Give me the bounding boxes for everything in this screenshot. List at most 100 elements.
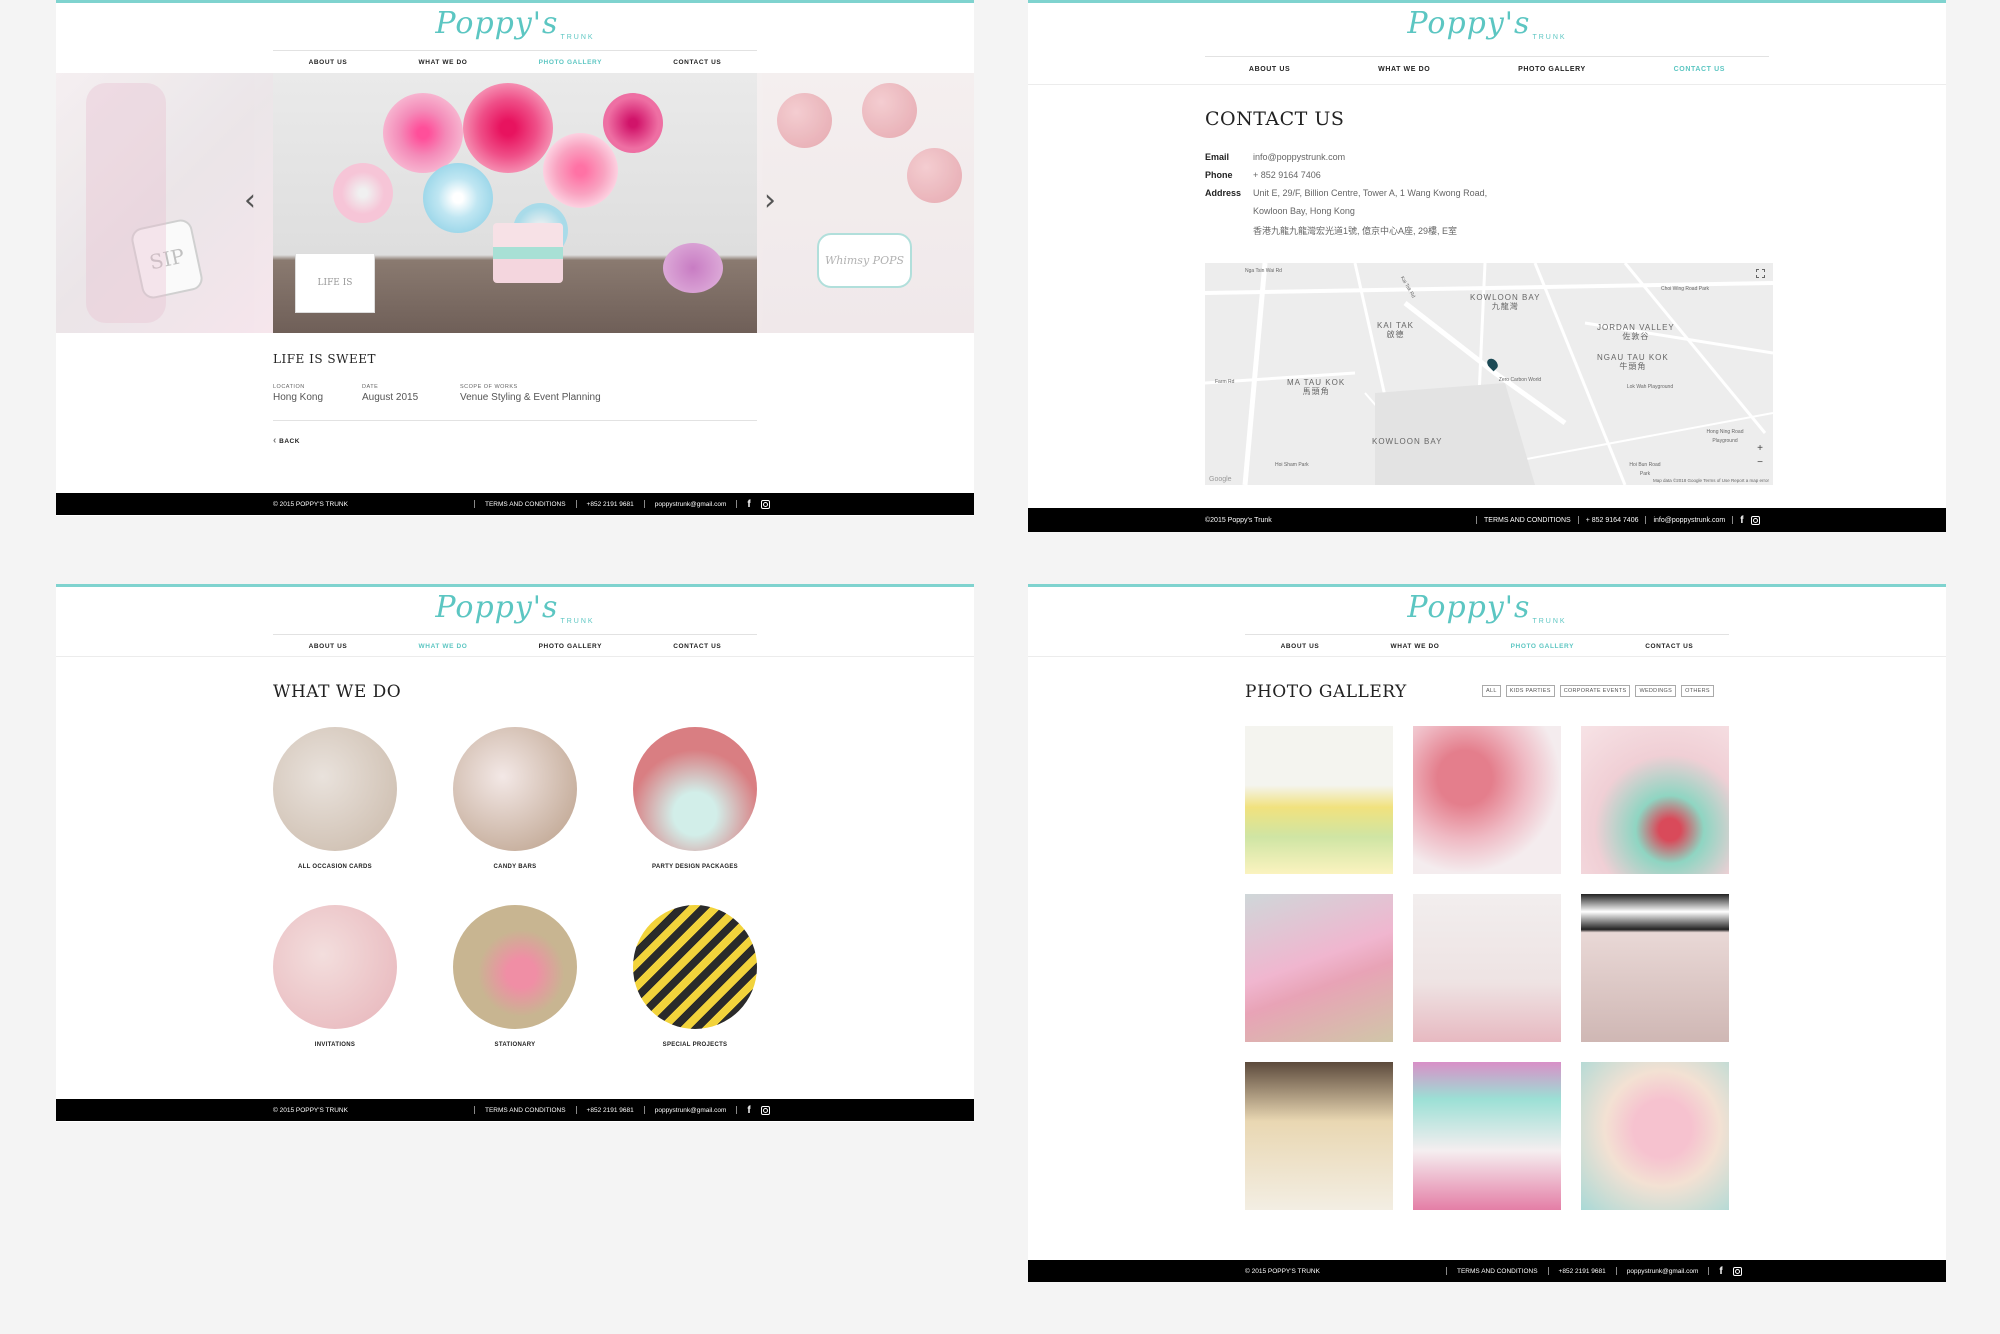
map-street-label: Choi Wing Road Park: [1660, 286, 1710, 292]
zoom-in-icon[interactable]: +: [1757, 443, 1763, 454]
gallery-thumbnail[interactable]: [1581, 726, 1729, 874]
nav-photo-gallery[interactable]: PHOTO GALLERY: [539, 59, 602, 66]
map-street-label: Hoi Bun Road Park: [1629, 462, 1661, 477]
footer-email-link[interactable]: poppystrunk@gmail.com: [655, 1107, 727, 1114]
footer-links: TERMS AND CONDITIONS + 852 9164 7406 inf…: [1476, 515, 1760, 526]
contact-address-row: Address Unit E, 29/F, Billion Centre, Tow…: [1205, 188, 1488, 198]
footer-terms-link[interactable]: TERMS AND CONDITIONS: [1457, 1268, 1538, 1275]
footer-phone: +852 2191 9681: [586, 500, 634, 508]
nav-about[interactable]: ABOUT US: [309, 643, 348, 650]
slider-prev-icon[interactable]: ‹: [244, 183, 256, 218]
instagram-icon[interactable]: [760, 1105, 770, 1115]
nav-contact[interactable]: CONTACT US: [673, 643, 721, 650]
nav-about[interactable]: ABOUT US: [309, 59, 348, 66]
instagram-icon[interactable]: [1750, 515, 1760, 525]
nav-what-we-do[interactable]: WHAT WE DO: [1378, 66, 1430, 73]
gallery-thumbnail[interactable]: [1245, 894, 1393, 1042]
accent-topline: [1028, 584, 1946, 587]
nav-about[interactable]: ABOUT US: [1281, 643, 1320, 650]
main-nav: ABOUT US WHAT WE DO PHOTO GALLERY CONTAC…: [273, 59, 757, 66]
cake-pop: [777, 93, 832, 148]
site-logo[interactable]: Poppy's TRUNK: [435, 6, 594, 41]
image-slider[interactable]: SIP LIFE IS Whimsy POPS ‹ ›: [56, 73, 974, 333]
filter-all[interactable]: ALL: [1482, 685, 1501, 697]
service-label[interactable]: INVITATIONS: [245, 1042, 425, 1048]
gallery-thumbnail[interactable]: [1581, 1062, 1729, 1210]
filter-corporate-events[interactable]: CORPORATE EVENTS: [1559, 685, 1631, 697]
slide-next[interactable]: Whimsy POPS: [757, 73, 974, 333]
fullscreen-icon[interactable]: [1756, 269, 1765, 278]
slide-current[interactable]: LIFE IS: [273, 73, 757, 333]
footer-phone: +852 2191 9681: [1558, 1267, 1606, 1275]
nav-what-we-do[interactable]: WHAT WE DO: [419, 59, 468, 66]
gallery-thumbnail[interactable]: [1581, 894, 1729, 1042]
map-label-jordan-valley: JORDAN VALLEY 佐敦谷: [1597, 323, 1675, 341]
contact-email-link[interactable]: info@poppystrunk.com: [1253, 152, 1345, 162]
nav-photo-gallery[interactable]: PHOTO GALLERY: [1511, 643, 1574, 650]
service-label[interactable]: PARTY DESIGN PACKAGES: [605, 864, 785, 870]
facebook-icon[interactable]: f: [1740, 515, 1743, 526]
facebook-icon[interactable]: f: [747, 499, 750, 510]
nav-contact[interactable]: CONTACT US: [673, 59, 721, 66]
footer-terms-link[interactable]: TERMS AND CONDITIONS: [1484, 517, 1571, 524]
service-image[interactable]: [273, 905, 397, 1029]
facebook-icon[interactable]: f: [747, 1105, 750, 1116]
cake-pop: [862, 83, 917, 138]
filter-kids-parties[interactable]: KIDS PARTIES: [1505, 685, 1555, 697]
footer-email-link[interactable]: info@poppystrunk.com: [1653, 517, 1725, 524]
gallery-thumbnail[interactable]: [1413, 894, 1561, 1042]
nav-photo-gallery[interactable]: PHOTO GALLERY: [539, 643, 602, 650]
gallery-thumbnail[interactable]: [1413, 1062, 1561, 1210]
service-label[interactable]: ALL OCCASION CARDS: [245, 864, 425, 870]
location-map[interactable]: KOWLOON BAY 九龍灣 KAI TAK 啟德 JORDAN VALLEY 佐敦…: [1205, 263, 1773, 485]
nav-contact[interactable]: CONTACT US: [1645, 643, 1693, 650]
instagram-icon[interactable]: [760, 499, 770, 509]
filter-others[interactable]: OTHERS: [1681, 685, 1714, 697]
footer-email-link[interactable]: poppystrunk@gmail.com: [655, 501, 727, 508]
nav-photo-gallery[interactable]: PHOTO GALLERY: [1518, 66, 1586, 73]
contact-phone-row: Phone + 852 9164 7406: [1205, 170, 1321, 180]
service-label[interactable]: STATIONARY: [425, 1042, 605, 1048]
footer-copyright: ©2015 Poppy's Trunk: [1205, 516, 1272, 524]
footer-terms-link[interactable]: TERMS AND CONDITIONS: [485, 501, 566, 508]
gallery-filters: ALL KIDS PARTIES CORPORATE EVENTS WEDDIN…: [1482, 685, 1714, 697]
service-label[interactable]: SPECIAL PROJECTS: [605, 1042, 785, 1048]
facebook-icon[interactable]: f: [1719, 1266, 1722, 1277]
map-label-kowloon-bay-water: KOWLOON BAY: [1372, 437, 1443, 446]
service-label[interactable]: CANDY BARS: [425, 864, 605, 870]
slide-previous[interactable]: SIP: [56, 73, 273, 333]
footer-copyright: © 2015 POPPY'S TRUNK: [273, 500, 348, 508]
footer-terms-link[interactable]: TERMS AND CONDITIONS: [485, 1107, 566, 1114]
gallery-thumbnail[interactable]: [1245, 726, 1393, 874]
site-logo[interactable]: Poppy's TRUNK: [435, 590, 594, 625]
nav-about[interactable]: ABOUT US: [1249, 66, 1290, 73]
slider-next-icon[interactable]: ›: [764, 183, 776, 218]
map-attribution[interactable]: Map data ©2018 Google Terms of Use Repor…: [1653, 478, 1769, 483]
map-street-label: Nga Tsin Wai Rd: [1245, 268, 1282, 274]
nav-what-we-do[interactable]: WHAT WE DO: [1391, 643, 1440, 650]
instagram-icon[interactable]: [1732, 1266, 1742, 1276]
gallery-thumbnail[interactable]: [1413, 726, 1561, 874]
nav-divider: [273, 50, 757, 51]
service-image[interactable]: [453, 727, 577, 851]
service-image[interactable]: [633, 727, 757, 851]
filter-weddings[interactable]: WEDDINGS: [1635, 685, 1677, 697]
map-street-label: Hong Ning Road Playground: [1706, 429, 1744, 444]
project-meta-scope: SCOPE OF WORKS Venue Styling & Event Pla…: [460, 384, 601, 403]
gallery-thumbnail[interactable]: [1245, 1062, 1393, 1210]
zoom-out-icon[interactable]: −: [1757, 457, 1763, 468]
service-image[interactable]: [633, 905, 757, 1029]
site-logo[interactable]: Poppy's TRUNK: [1407, 6, 1566, 41]
nav-divider: [273, 634, 757, 635]
site-logo[interactable]: Poppy's TRUNK: [1407, 590, 1566, 625]
service-image[interactable]: [273, 727, 397, 851]
map-label-ngau-tau-kok: NGAU TAU KOK 牛頭角: [1597, 353, 1669, 371]
paper-fan: [333, 163, 393, 223]
nav-contact[interactable]: CONTACT US: [1674, 66, 1725, 73]
back-link[interactable]: ‹ BACK: [273, 435, 300, 446]
map-street-label: Zero Carbon World: [1498, 377, 1542, 383]
main-nav: ABOUT US WHAT WE DO PHOTO GALLERY CONTAC…: [273, 643, 757, 650]
service-image[interactable]: [453, 905, 577, 1029]
footer-email-link[interactable]: poppystrunk@gmail.com: [1627, 1268, 1699, 1275]
nav-what-we-do[interactable]: WHAT WE DO: [419, 643, 468, 650]
